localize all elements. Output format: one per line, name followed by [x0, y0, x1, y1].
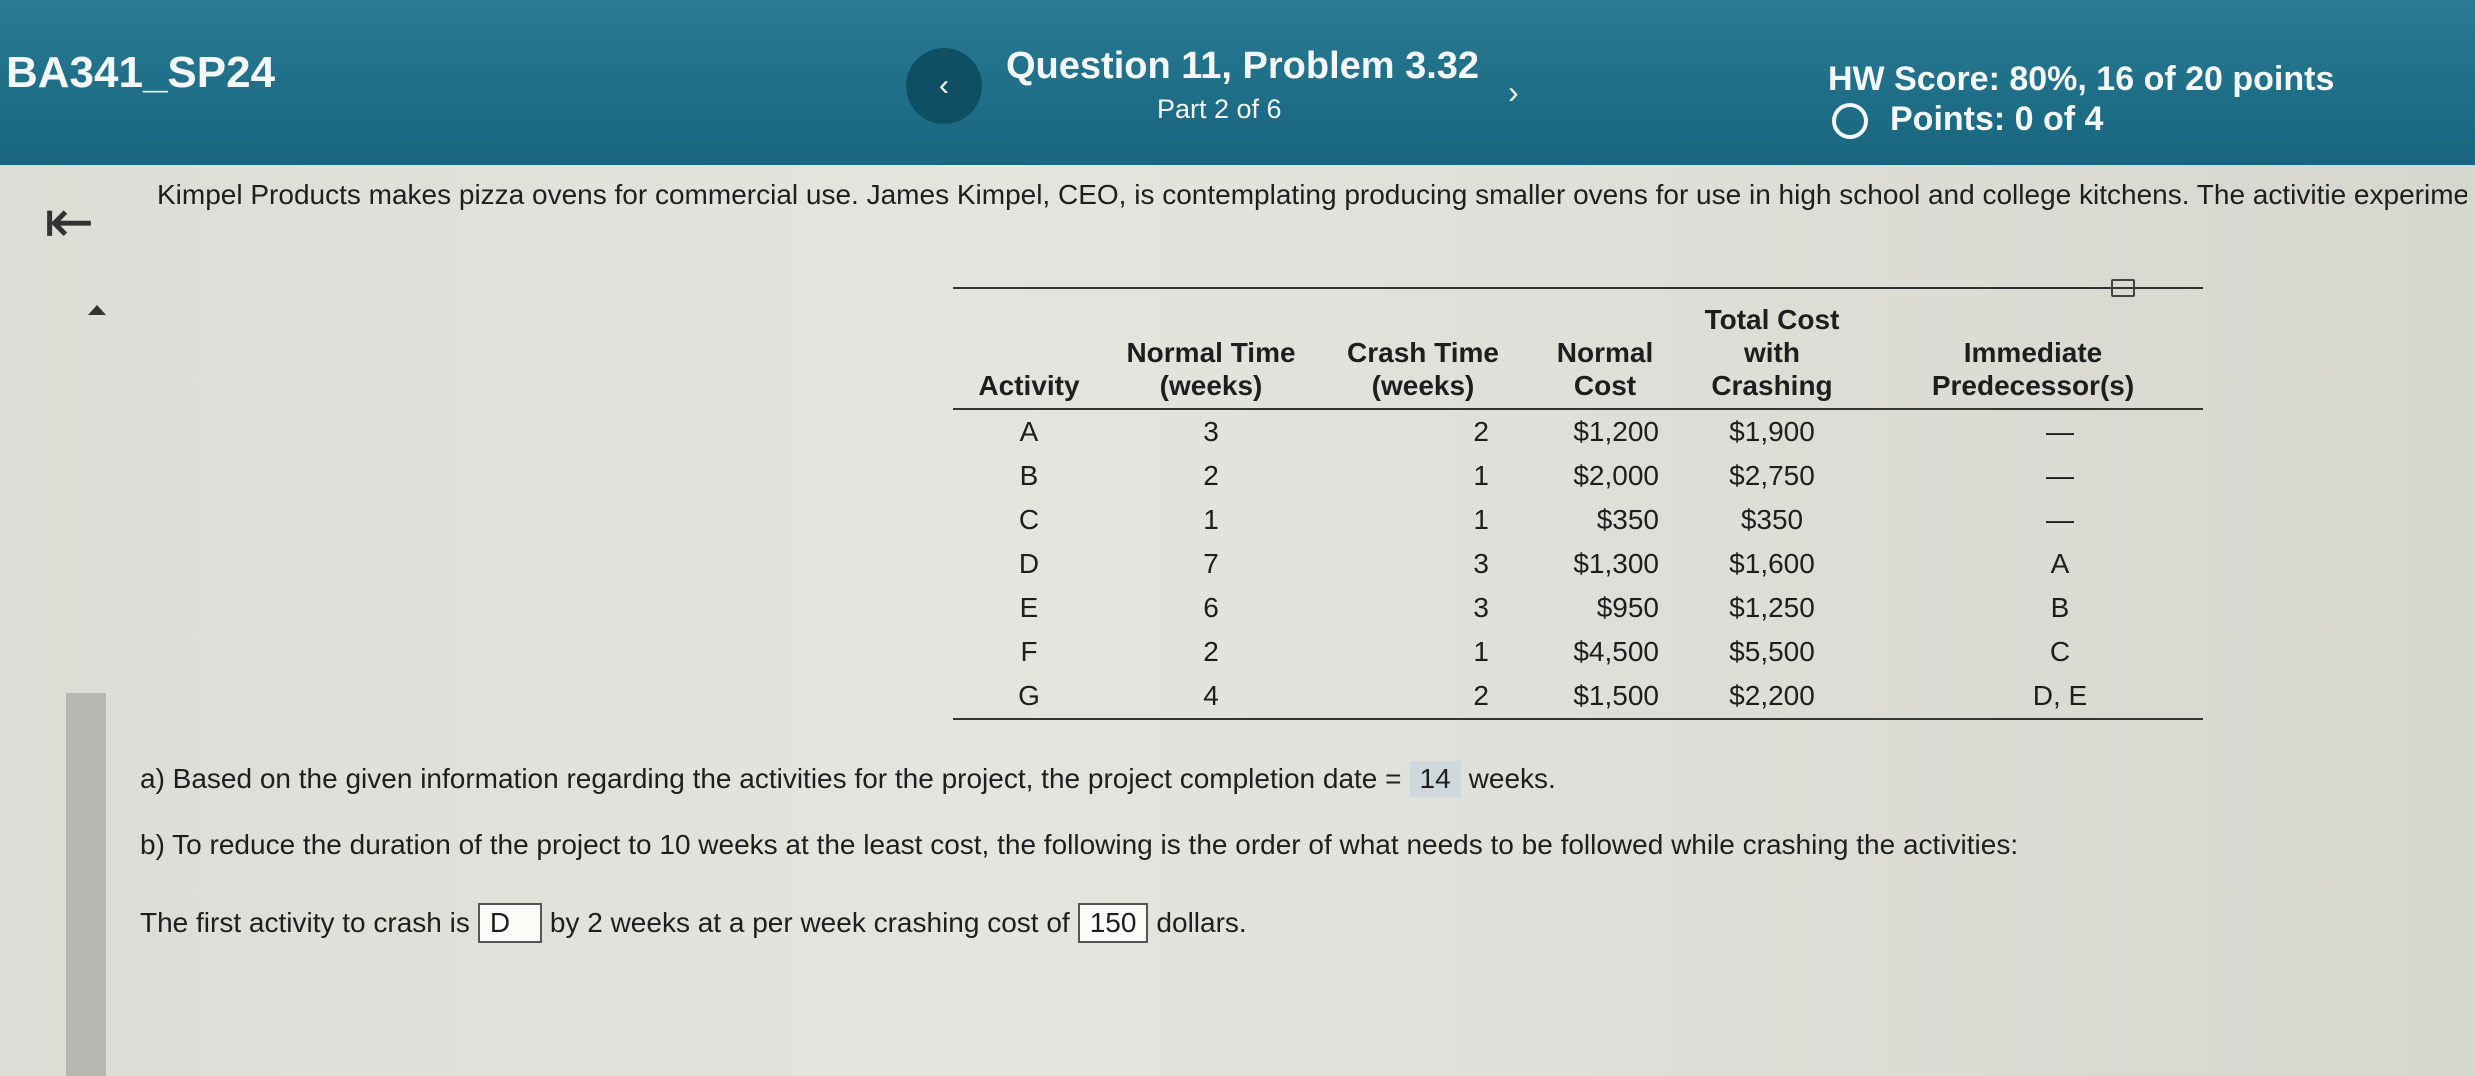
first-crash-middle: by 2 weeks at a per week crashing cost o…	[549, 907, 1070, 938]
cell-predecessors: —	[2046, 460, 2074, 491]
cell-normal-cost: $1,500	[1573, 680, 1659, 711]
first-crash-prefix: The first activity to crash is	[140, 907, 470, 938]
question-part: Part 2 of 6	[1157, 94, 1282, 124]
cell-normal-time: 3	[1203, 416, 1219, 447]
activity-table: Activity Normal Time (weeks) Crash Time …	[953, 287, 2203, 720]
cell-activity: A	[1019, 416, 1039, 447]
cell-total-cost: $1,900	[1729, 416, 1815, 447]
table-row: C 1 1 $350 $350 —	[953, 498, 2203, 542]
col-normal-time: Normal Time (weeks)	[1126, 337, 1296, 401]
cell-predecessors: D, E	[2032, 680, 2088, 711]
cell-activity: F	[1020, 636, 1038, 667]
cell-predecessors: A	[2050, 548, 2070, 579]
cell-predecessors: C	[2049, 636, 2071, 667]
scrollbar[interactable]	[66, 693, 106, 1076]
cell-activity: D	[1018, 548, 1040, 579]
cell-activity: C	[1018, 504, 1040, 535]
question-a-unit: weeks.	[1468, 763, 1556, 794]
completion-date-answer[interactable]: 14	[1409, 761, 1461, 797]
cell-crash-time: 2	[1473, 680, 1489, 711]
table-row: E 6 3 $950 $1,250 B	[953, 586, 2203, 630]
next-question-button[interactable]: ›	[1508, 74, 1519, 111]
cell-normal-time: 2	[1203, 636, 1219, 667]
col-activity: Activity	[978, 370, 1080, 401]
question-b: b) To reduce the duration of the project…	[140, 829, 2019, 860]
cell-predecessors: B	[2050, 592, 2070, 623]
col-normal-cost: Normal Cost	[1556, 337, 1654, 401]
cell-normal-time: 2	[1203, 460, 1219, 491]
crash-cost-input[interactable]: 150	[1077, 903, 1149, 943]
question-a-text: a) Based on the given information regard…	[140, 763, 1402, 794]
cell-normal-cost: $350	[1596, 504, 1659, 535]
collapse-panel-icon[interactable]: ⇤	[44, 187, 94, 257]
cell-crash-time: 2	[1473, 416, 1489, 447]
question-a: a) Based on the given information regard…	[140, 761, 1556, 797]
cell-normal-cost: $4,500	[1573, 636, 1659, 667]
table-row: F 2 1 $4,500 $5,500 C	[953, 630, 2203, 674]
table-header-row: Activity Normal Time (weeks) Crash Time …	[953, 288, 2203, 409]
cell-predecessors: —	[2046, 504, 2074, 535]
first-crash-suffix: dollars.	[1156, 907, 1247, 938]
question-content: ⇤ Kimpel Products makes pizza ovens for …	[0, 165, 2475, 1076]
cell-crash-time: 3	[1473, 548, 1489, 579]
cell-total-cost: $350	[1740, 504, 1804, 535]
table-row: B 2 1 $2,000 $2,750 —	[953, 454, 2203, 498]
table-row: G 4 2 $1,500 $2,200 D, E	[953, 674, 2203, 719]
course-title: BA341_SP24	[6, 48, 276, 97]
cell-activity: B	[1019, 460, 1039, 491]
col-predecessors: Immediate Predecessor(s)	[1931, 337, 2135, 401]
points-status-icon	[1832, 103, 1868, 139]
cell-total-cost: $1,250	[1729, 592, 1815, 623]
cell-total-cost: $2,200	[1729, 680, 1815, 711]
cell-activity: E	[1019, 592, 1039, 623]
hw-score: HW Score: 80%, 16 of 20 points	[1828, 60, 2335, 98]
table-row: A 3 2 $1,200 $1,900 —	[953, 409, 2203, 454]
cell-normal-cost: $950	[1596, 592, 1659, 623]
cell-normal-cost: $1,300	[1573, 548, 1659, 579]
col-crash-time: Crash Time (weeks)	[1347, 337, 1499, 401]
question-title: Question 11, Problem 3.32	[1006, 45, 1480, 87]
problem-statement: Kimpel Products makes pizza ovens for co…	[157, 179, 2467, 210]
cell-total-cost: $1,600	[1729, 548, 1815, 579]
cell-normal-time: 7	[1203, 548, 1219, 579]
cell-crash-time: 1	[1473, 460, 1489, 491]
cell-normal-time: 6	[1203, 592, 1219, 623]
cell-crash-time: 3	[1473, 592, 1489, 623]
cell-crash-time: 1	[1473, 504, 1489, 535]
assignment-header: BA341_SP24 ‹ Question 11, Problem 3.32 P…	[0, 0, 2475, 165]
first-activity-input[interactable]: D	[477, 903, 542, 943]
table-row: D 7 3 $1,300 $1,600 A	[953, 542, 2203, 586]
cell-normal-cost: $2,000	[1573, 460, 1659, 491]
cell-predecessors: —	[2046, 416, 2074, 447]
cell-crash-time: 1	[1473, 636, 1489, 667]
cell-total-cost: $2,750	[1729, 460, 1815, 491]
table-expand-icon[interactable]	[2111, 279, 2135, 297]
data-table-container: Activity Normal Time (weeks) Crash Time …	[953, 279, 2203, 720]
cell-activity: G	[1018, 680, 1040, 711]
first-crash-statement: The first activity to crash is Dby 2 week…	[140, 903, 1247, 943]
cell-total-cost: $5,500	[1729, 636, 1815, 667]
cell-normal-time: 4	[1203, 680, 1219, 711]
previous-question-button[interactable]: ‹	[906, 48, 982, 124]
cell-normal-cost: $1,200	[1573, 416, 1659, 447]
points-label: Points: 0 of 4	[1890, 100, 2104, 138]
cell-normal-time: 1	[1203, 504, 1219, 535]
col-total-cost: Total Cost with Crashing	[1704, 304, 1840, 401]
scroll-up-arrow-icon[interactable]	[88, 305, 106, 315]
